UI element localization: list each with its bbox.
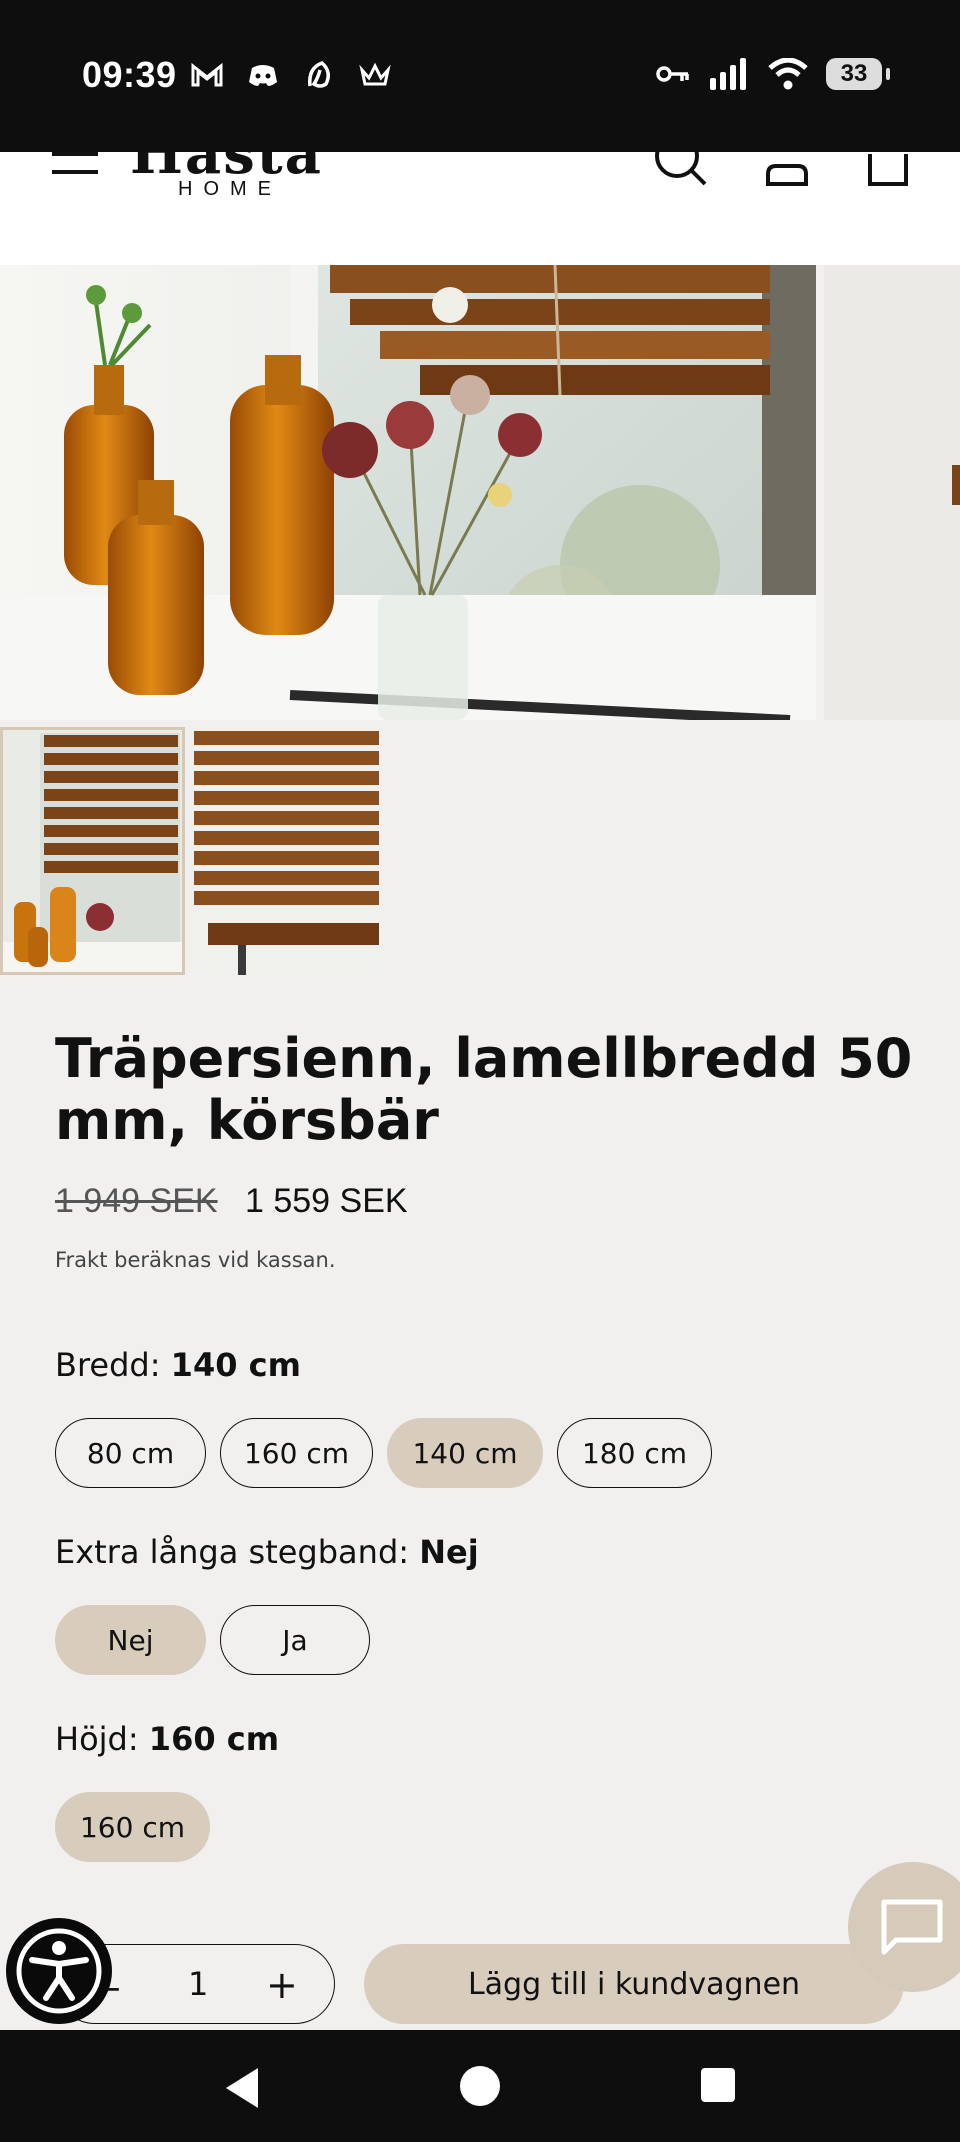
- system-navigation-bar: [0, 2030, 960, 2142]
- cord-selected-value: Nej: [419, 1533, 479, 1571]
- thumbnail-2[interactable]: [194, 727, 379, 975]
- height-options: 160 cm: [55, 1792, 210, 1862]
- site-logo[interactable]: Hästa HOME: [130, 152, 330, 206]
- width-option-160[interactable]: 160 cm: [220, 1418, 373, 1488]
- cord-option-nej[interactable]: Nej: [55, 1605, 206, 1675]
- cord-option-ja[interactable]: Ja: [220, 1605, 370, 1675]
- shipping-note: Frakt beräknas vid kassan.: [55, 1248, 336, 1272]
- status-time: 09:39: [82, 54, 177, 95]
- discord-icon: [246, 58, 280, 92]
- width-option-label: Bredd: 140 cm: [55, 1346, 301, 1384]
- signal-icon: [710, 58, 746, 90]
- recents-icon[interactable]: [699, 2066, 737, 2104]
- account-icon[interactable]: [762, 152, 814, 190]
- chat-icon: [881, 1899, 943, 1955]
- width-selected-value: 140 cm: [170, 1346, 301, 1384]
- wifi-icon: [768, 58, 808, 90]
- product-title: Träpersienn, lamellbredd 50 mm, körsbär: [55, 1027, 913, 1152]
- home-icon[interactable]: [458, 2064, 502, 2108]
- width-option-140[interactable]: 140 cm: [387, 1418, 543, 1488]
- site-header: Hästa HOME: [0, 152, 960, 265]
- crown-icon: [358, 58, 392, 92]
- original-price: 1 949 SEK: [55, 1182, 218, 1220]
- app-icon: [302, 58, 336, 92]
- width-options: 80 cm 160 cm 140 cm 180 cm: [55, 1418, 712, 1488]
- gmail-icon: [190, 58, 224, 92]
- cord-option-label: Extra långa stegband: Nej: [55, 1533, 479, 1571]
- cord-label-text: Extra långa stegband:: [55, 1533, 410, 1571]
- quantity-value[interactable]: 1: [188, 1965, 208, 2003]
- sale-price: 1 559 SEK: [245, 1182, 408, 1220]
- accessibility-button[interactable]: [6, 1918, 112, 2024]
- product-next-image-peek[interactable]: [824, 265, 960, 720]
- width-option-180[interactable]: 180 cm: [557, 1418, 712, 1488]
- logo-subtext: HOME: [178, 178, 282, 200]
- back-icon[interactable]: [222, 2066, 262, 2110]
- cart-icon[interactable]: [866, 152, 918, 190]
- height-option-label: Höjd: 160 cm: [55, 1720, 279, 1758]
- status-bar: 09:39 33: [0, 0, 960, 152]
- add-to-cart-button[interactable]: Lägg till i kundvagnen: [364, 1944, 904, 2024]
- search-icon[interactable]: [655, 152, 707, 190]
- cord-options: Nej Ja: [55, 1605, 370, 1675]
- chat-button[interactable]: [848, 1862, 960, 1992]
- height-option-160[interactable]: 160 cm: [55, 1792, 210, 1862]
- height-label-text: Höjd:: [55, 1720, 139, 1758]
- width-option-80[interactable]: 80 cm: [55, 1418, 206, 1488]
- thumbnail-1[interactable]: [0, 727, 185, 975]
- height-selected-value: 160 cm: [148, 1720, 280, 1758]
- battery-indicator: 33: [826, 58, 890, 90]
- accessibility-icon: [16, 1928, 102, 2014]
- vpn-key-icon: [656, 66, 689, 82]
- quantity-increase-button[interactable]: +: [266, 1963, 298, 2007]
- menu-icon[interactable]: [52, 152, 98, 176]
- width-label-text: Bredd:: [55, 1346, 161, 1384]
- system-icons: 33: [656, 58, 890, 90]
- notification-icons: [190, 58, 392, 92]
- product-main-image[interactable]: [0, 265, 816, 720]
